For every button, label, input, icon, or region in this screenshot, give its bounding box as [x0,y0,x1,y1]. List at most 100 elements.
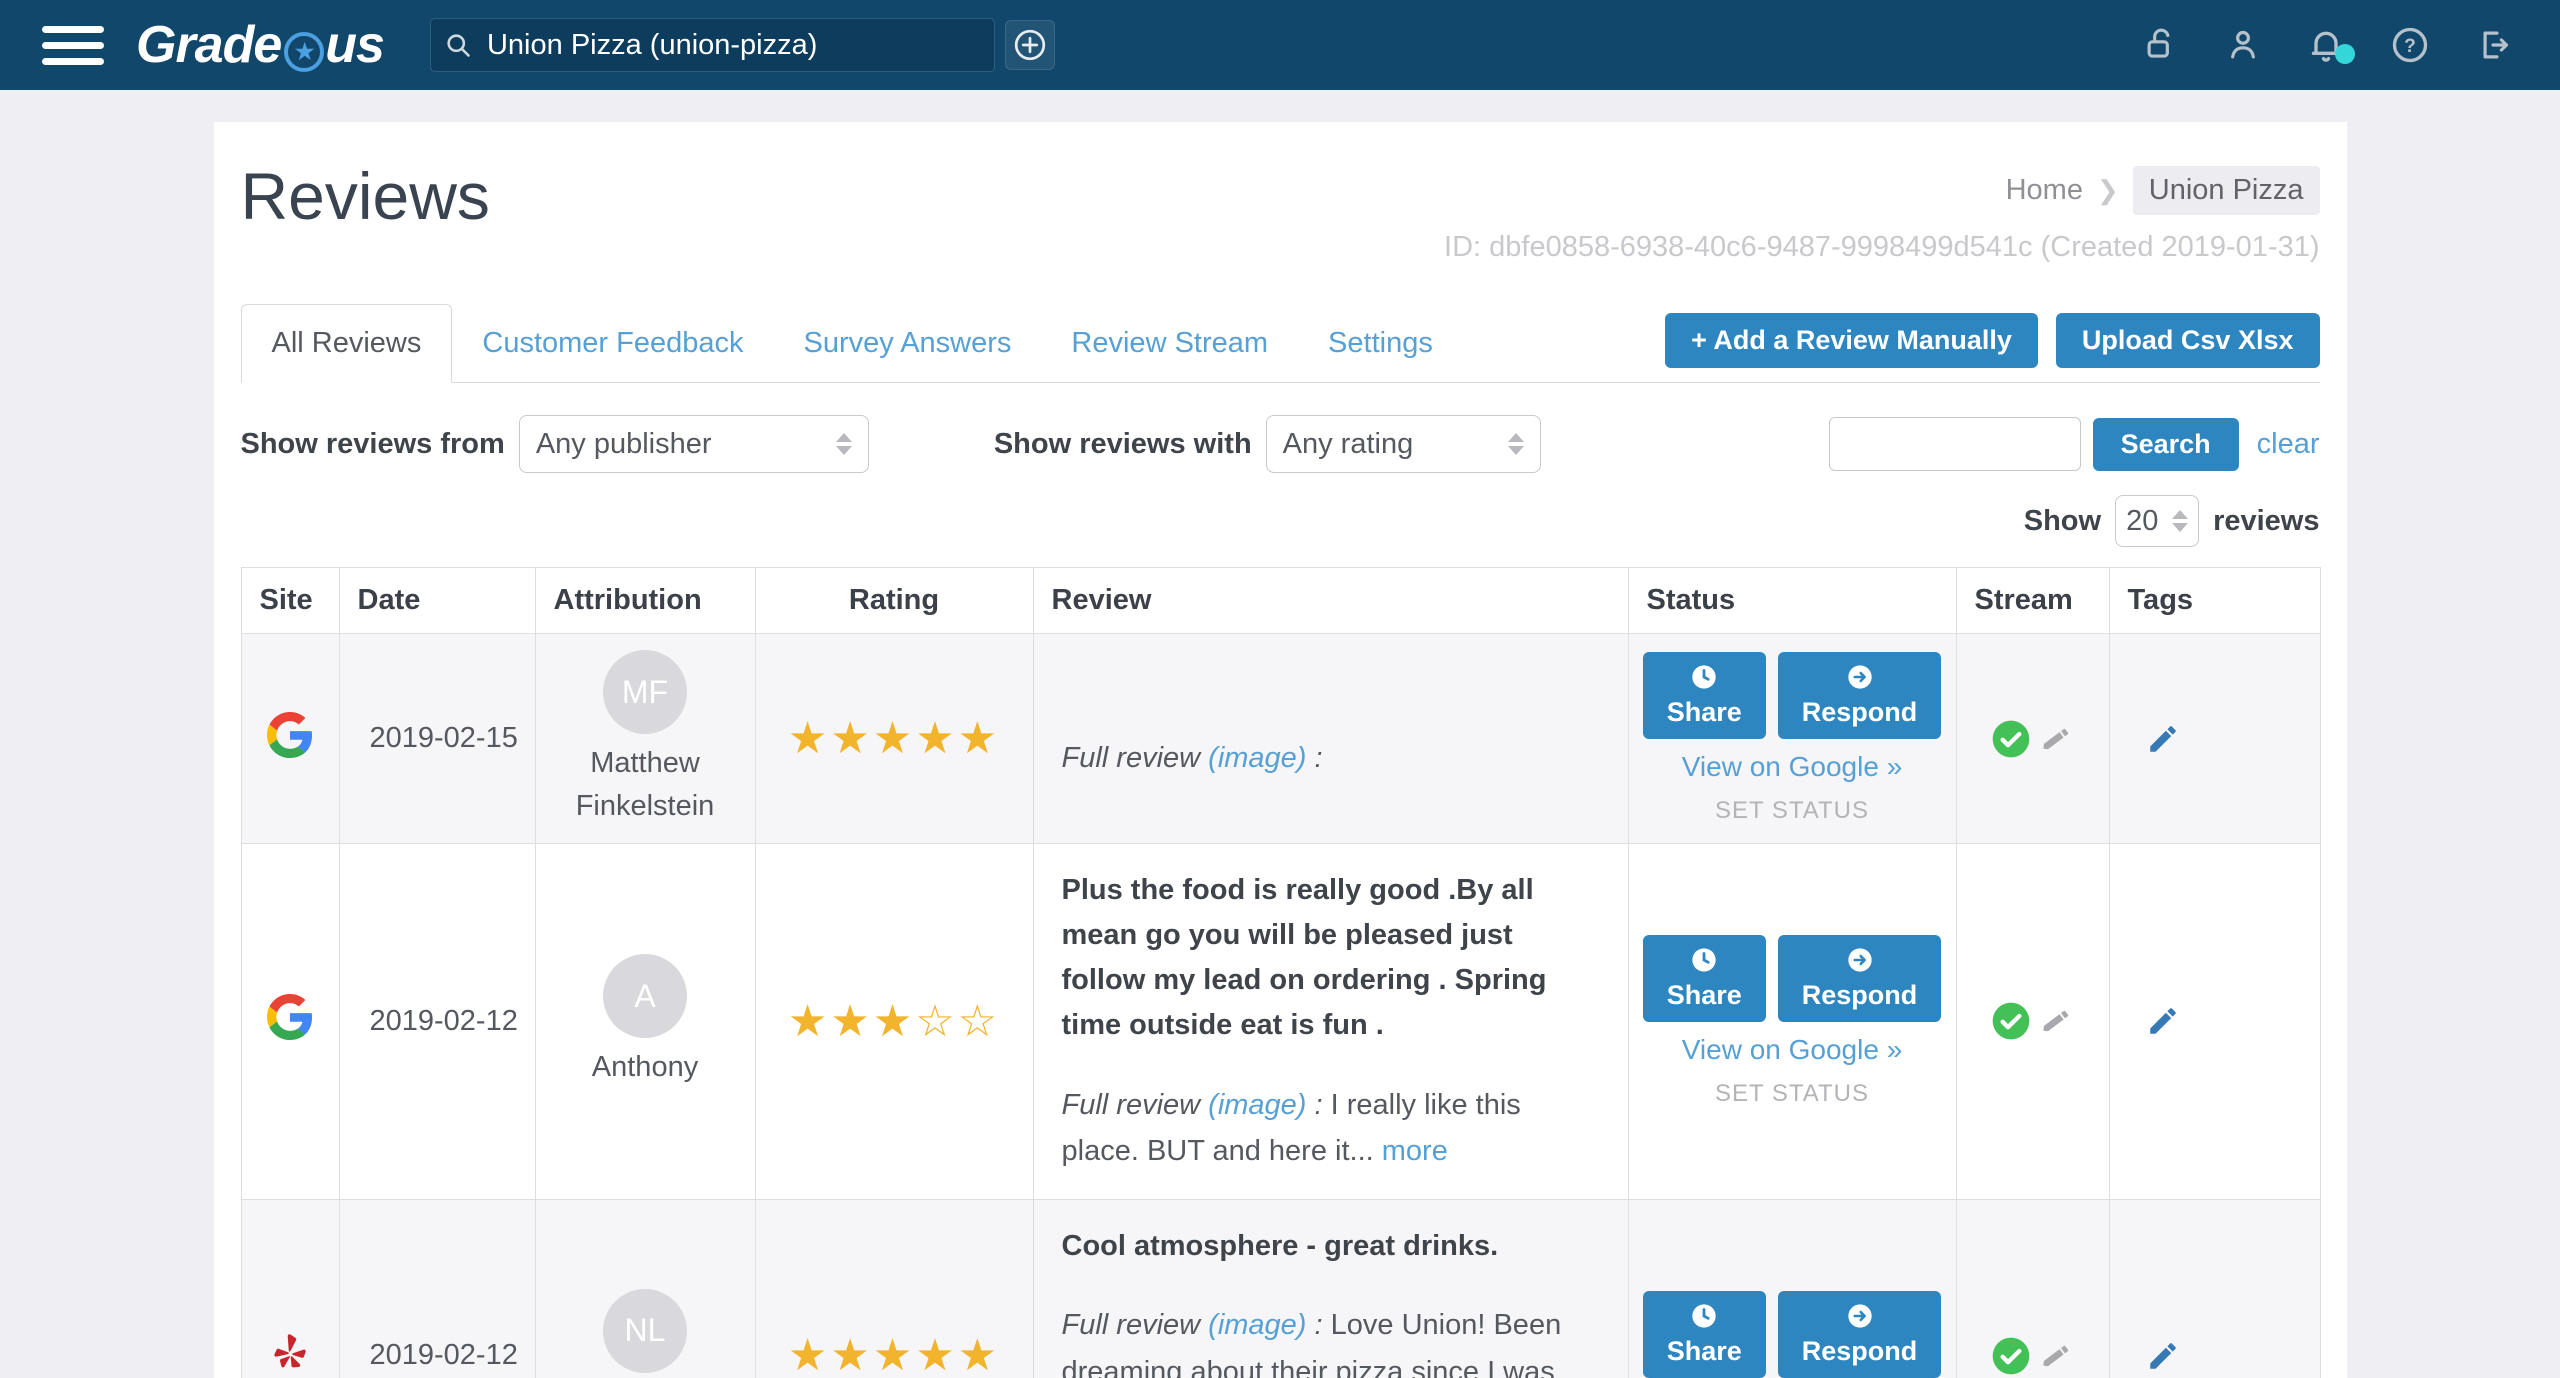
tabs-bar: All Reviews Customer Feedback Survey Ans… [241,304,2320,383]
table-row: 2019-02-12 NL Nica L. ★★★★★ Cool atmosph… [241,1199,2320,1378]
stream-edit-icon[interactable] [2039,1339,2073,1373]
logo-text-us: us [325,15,384,75]
stream-check-icon[interactable] [1991,1336,2031,1376]
col-header-review: Review [1033,568,1628,634]
clear-link[interactable]: clear [2257,428,2320,461]
tab-all-reviews[interactable]: All Reviews [241,304,453,383]
breadcrumb-current: Union Pizza [2133,166,2320,215]
star-rating: ★★★☆☆ [788,997,1000,1046]
breadcrumb-chevron-icon: ❯ [2097,175,2119,206]
review-title: Cool atmosphere - great drinks. [1062,1224,1600,1269]
stream-edit-icon[interactable] [2039,1004,2073,1038]
google-icon [267,712,313,758]
review-date: 2019-02-15 [339,634,535,844]
add-business-button[interactable] [1005,20,1055,70]
logout-icon[interactable] [2474,26,2512,64]
avatar: NL [603,1289,687,1373]
col-header-date: Date [339,568,535,634]
star-rating: ★★★★★ [788,714,1000,763]
rating-filter-label: Show reviews with [994,428,1252,461]
reviews-table: Site Date Attribution Rating Review Stat… [241,567,2321,1378]
share-button[interactable]: Share [1643,1291,1766,1378]
respond-button[interactable]: Respond [1778,1291,1942,1378]
publisher-filter-select[interactable]: Any publisher [519,415,869,473]
menu-icon[interactable] [42,17,104,74]
arrow-right-circle-icon [1846,946,1874,974]
plus-circle-icon [1012,27,1048,63]
tag-edit-icon[interactable] [2146,1004,2180,1038]
reviews-page-card: Reviews Home ❯ Union Pizza ID: dbfe0858-… [214,122,2347,1378]
col-header-rating: Rating [755,568,1033,634]
set-status-link[interactable]: SET STATUS [1639,797,1946,825]
review-search-input[interactable] [1829,417,2081,471]
star-rating: ★★★★★ [788,1331,1000,1378]
stream-edit-icon[interactable] [2039,722,2073,756]
select-arrows-icon [1508,433,1524,455]
select-arrows-icon [2172,510,2188,532]
help-icon[interactable]: ? [2390,25,2430,65]
tab-customer-feedback[interactable]: Customer Feedback [452,305,773,382]
svg-text:?: ? [2404,36,2416,57]
search-button[interactable]: Search [2093,418,2239,471]
tag-edit-icon[interactable] [2146,1339,2180,1373]
add-review-manually-button[interactable]: + Add a Review Manually [1665,313,2038,368]
set-status-link[interactable]: SET STATUS [1639,1080,1946,1108]
respond-button[interactable]: Respond [1778,935,1942,1022]
table-row: 2019-02-15 MF Matthew Finkelstein ★★★★★ … [241,634,2320,844]
tab-survey-answers[interactable]: Survey Answers [774,305,1042,382]
review-date: 2019-02-12 [339,1199,535,1378]
view-on-google-link[interactable]: View on Google » [1639,1034,1946,1066]
avatar: MF [603,650,687,734]
select-arrows-icon [836,433,852,455]
review-date: 2019-02-12 [339,844,535,1200]
image-link[interactable]: (image) [1208,1309,1306,1341]
business-search-input[interactable] [430,18,995,72]
arrow-right-circle-icon [1846,1302,1874,1330]
stream-check-icon[interactable] [1991,1001,2031,1041]
profile-icon[interactable] [2224,26,2262,64]
reviews-label: reviews [2213,505,2319,538]
clock-icon [1690,663,1718,691]
more-link[interactable]: more [1382,1135,1448,1167]
tab-settings[interactable]: Settings [1298,305,1463,382]
unlock-icon[interactable] [2142,26,2180,64]
top-navigation-bar: Grade★us [0,0,2560,90]
notifications-bell-icon[interactable] [2306,25,2346,65]
profile-id-line: ID: dbfe0858-6938-40c6-9487-9998499d541c… [1444,231,2319,264]
review-title: Plus the food is really good .By all mea… [1062,868,1600,1048]
breadcrumb: Home ❯ Union Pizza [1444,166,2319,215]
yelp-icon [268,1330,312,1374]
table-header-row: Site Date Attribution Rating Review Stat… [241,568,2320,634]
rating-filter-select[interactable]: Any rating [1266,415,1541,473]
breadcrumb-home-link[interactable]: Home [2006,174,2083,207]
logo-text-grade: Grade [136,15,281,75]
upload-csv-button[interactable]: Upload Csv Xlsx [2056,313,2320,368]
google-icon [267,994,313,1040]
reviewer-name: Matthew Finkelstein [542,742,749,826]
arrow-right-circle-icon [1846,663,1874,691]
clock-icon [1690,946,1718,974]
page-title: Reviews [241,158,490,234]
gradeus-logo[interactable]: Grade★us [136,15,384,75]
show-count-select[interactable]: 20 [2115,495,2199,547]
share-button[interactable]: Share [1643,652,1766,739]
topbar-icon-group: ? [2142,25,2512,65]
col-header-stream: Stream [1956,568,2109,634]
reviewer-name: Anthony [542,1046,749,1088]
col-header-status: Status [1628,568,1956,634]
share-button[interactable]: Share [1643,935,1766,1022]
tag-edit-icon[interactable] [2146,722,2180,756]
show-count-row: Show 20 reviews [241,495,2320,547]
full-review-label: Full review [1062,1309,1201,1341]
col-header-tags: Tags [2109,568,2320,634]
respond-button[interactable]: Respond [1778,652,1942,739]
stream-check-icon[interactable] [1991,719,2031,759]
image-link[interactable]: (image) [1208,1089,1306,1121]
full-review-label: Full review [1062,742,1201,774]
business-search [430,18,995,72]
view-on-google-link[interactable]: View on Google » [1639,751,1946,783]
full-review-label: Full review [1062,1089,1201,1121]
image-link[interactable]: (image) [1208,742,1306,774]
logo-star-icon: ★ [284,32,324,72]
tab-review-stream[interactable]: Review Stream [1041,305,1298,382]
